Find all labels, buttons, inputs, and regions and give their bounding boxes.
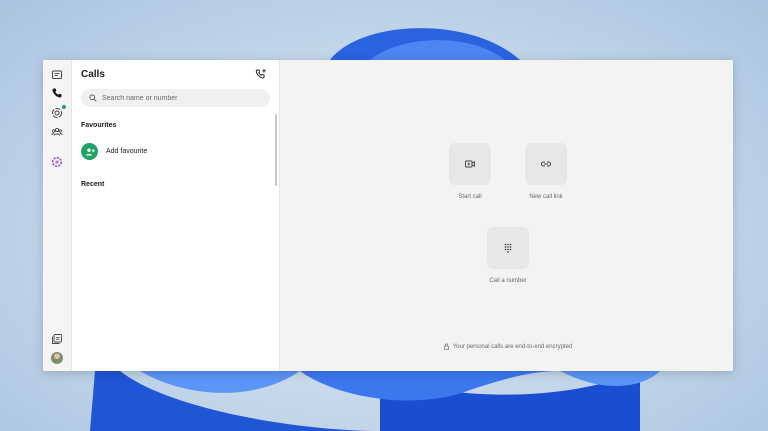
- encryption-notice-text: Your personal calls are end-to-end encry…: [452, 343, 573, 350]
- new-call-link-label: New call link: [529, 194, 563, 200]
- page-title: Calls: [81, 69, 105, 80]
- add-favourite-button[interactable]: Add favourite: [81, 143, 147, 160]
- profile-avatar[interactable]: [51, 352, 63, 364]
- nav-chats-button[interactable]: [50, 68, 64, 82]
- link-icon: [540, 161, 552, 167]
- calls-window: Calls Favourites: [43, 60, 733, 371]
- encryption-notice: Your personal calls are end-to-end encry…: [280, 343, 735, 350]
- status-icon: [52, 108, 62, 118]
- navigation-rail: [43, 60, 72, 371]
- recent-heading: Recent: [81, 181, 105, 188]
- calls-main-area: Start call New call link Call a number Y…: [280, 60, 733, 371]
- new-call-link-button[interactable]: [525, 143, 567, 185]
- communities-icon: [51, 127, 63, 136]
- dialpad-icon: [504, 243, 512, 253]
- phone-icon: [52, 88, 62, 98]
- desktop-wallpaper: Calls Favourites: [0, 0, 768, 431]
- nav-archived-button[interactable]: [50, 332, 64, 346]
- call-number-action: Call a number: [478, 227, 538, 284]
- calls-panel: Calls Favourites: [72, 60, 280, 371]
- new-call-link-action: New call link: [516, 143, 576, 200]
- nav-calls-button[interactable]: [50, 86, 64, 100]
- panel-scrollbar[interactable]: [275, 114, 277, 186]
- start-call-action: Start call: [440, 143, 500, 200]
- archive-icon: [52, 334, 62, 344]
- start-call-label: Start call: [458, 194, 482, 200]
- search-icon: [89, 94, 97, 102]
- nav-meta-ai-button[interactable]: [50, 155, 64, 169]
- add-person-icon: [85, 148, 95, 155]
- add-favourite-avatar: [81, 143, 98, 160]
- call-number-label: Call a number: [489, 278, 527, 284]
- favourites-heading: Favourites: [81, 122, 117, 129]
- search-input[interactable]: [102, 94, 262, 102]
- lock-icon: [443, 343, 449, 350]
- call-number-button[interactable]: [487, 227, 529, 269]
- nav-communities-button[interactable]: [50, 125, 64, 139]
- start-call-button[interactable]: [449, 143, 491, 185]
- search-bar[interactable]: [81, 89, 270, 107]
- add-favourite-label: Add favourite: [106, 148, 148, 155]
- chat-icon: [52, 70, 62, 79]
- status-unread-badge: [62, 105, 66, 109]
- new-call-icon[interactable]: [255, 68, 267, 80]
- video-call-icon: [465, 160, 475, 168]
- meta-ai-icon: [51, 156, 63, 168]
